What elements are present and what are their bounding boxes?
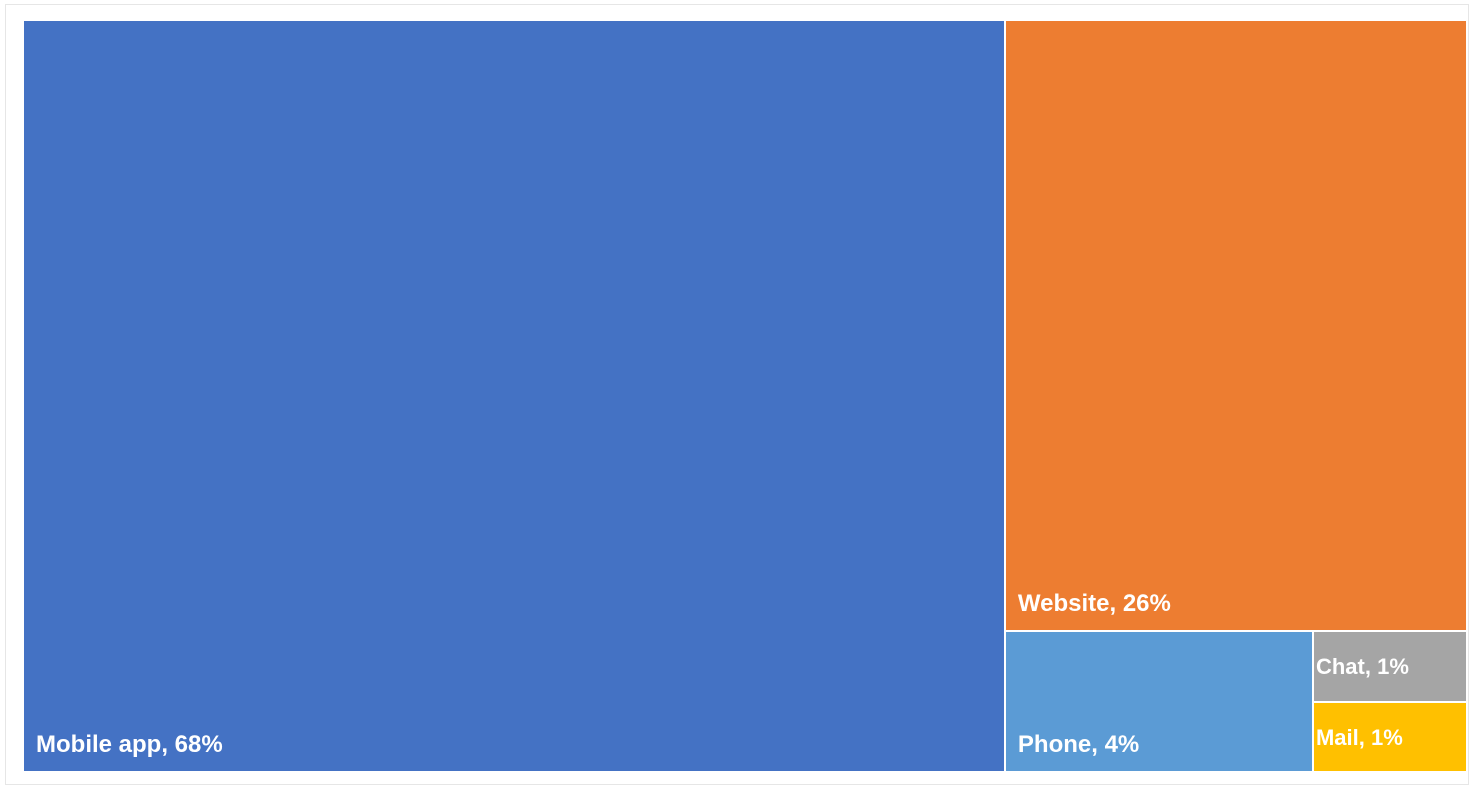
tile-label-mail: Mail, 1% [1315,724,1403,750]
tile-label-chat: Chat, 1% [1315,654,1409,680]
tile-phone: Phone, 4% [1004,631,1313,772]
tile-mail: Mail, 1% [1312,701,1467,772]
tile-mobile-app: Mobile app, 68% [23,20,1005,772]
tile-label-phone: Phone, 4% [1017,731,1140,758]
tile-label-mobile-app: Mobile app, 68% [36,731,223,758]
tile-website: Website, 26% [1004,20,1467,631]
tile-label-website: Website, 26% [1017,590,1171,617]
tile-chat: Chat, 1% [1312,631,1467,702]
treemap-chart: Mobile app, 68% Website, 26% Phone, 4% C… [23,20,1467,772]
